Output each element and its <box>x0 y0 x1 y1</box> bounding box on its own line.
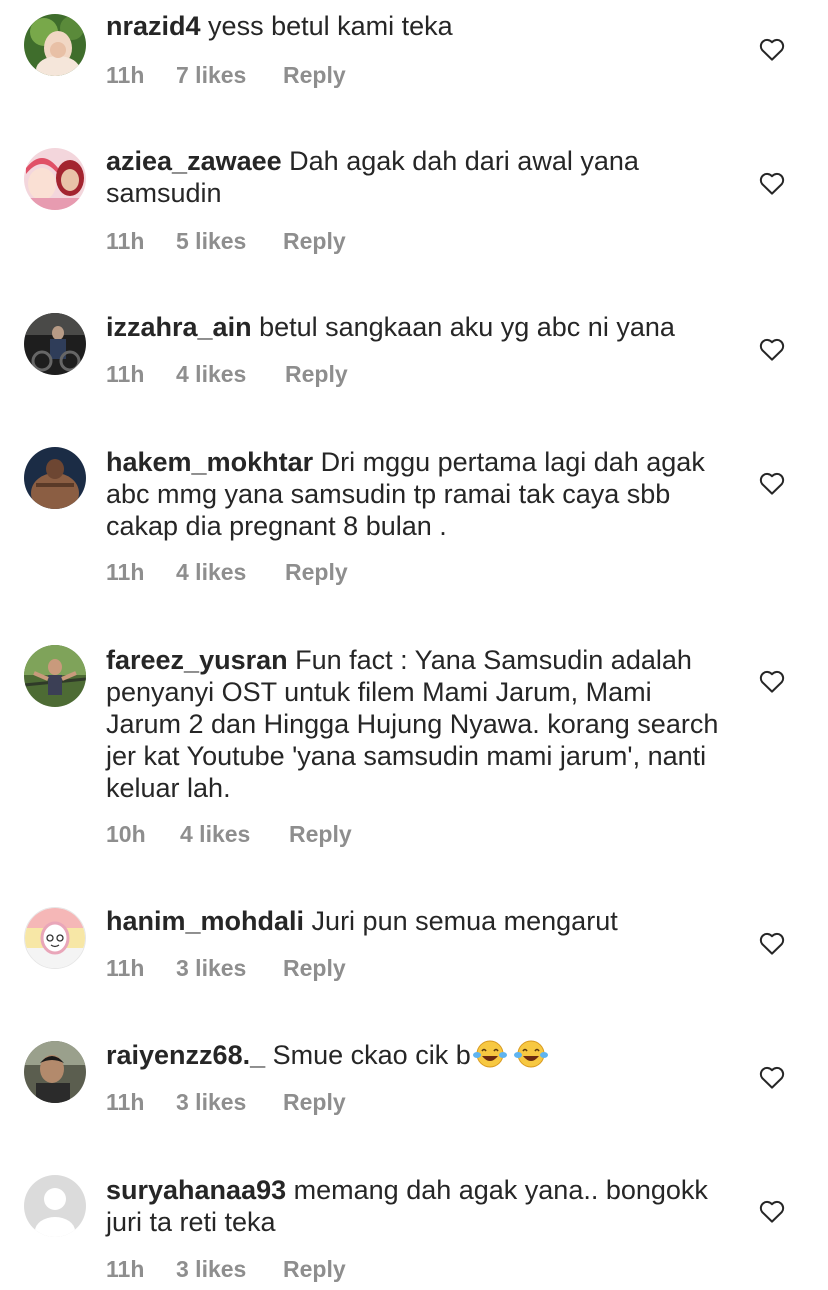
comment-likes[interactable]: 3 likes <box>176 952 246 984</box>
avatar[interactable] <box>24 148 86 210</box>
comment-username[interactable]: fareez_yusran <box>106 645 288 675</box>
reply-button[interactable]: Reply <box>283 952 346 984</box>
avatar[interactable] <box>24 1041 86 1103</box>
comment-username[interactable]: nrazid4 <box>106 11 201 41</box>
comment-username[interactable]: aziea_zawaee <box>106 146 282 176</box>
heart-outline-icon[interactable] <box>757 34 787 64</box>
reply-button[interactable]: Reply <box>285 556 348 588</box>
heart-outline-icon[interactable] <box>757 468 787 498</box>
heart-outline-icon[interactable] <box>757 334 787 364</box>
comment-text: Smue ckao cik b <box>272 1040 471 1070</box>
comment-likes[interactable]: 5 likes <box>176 225 246 257</box>
comment-timestamp: 11h <box>106 559 145 585</box>
avatar[interactable] <box>24 313 86 375</box>
comment-timestamp: 11h <box>106 62 145 88</box>
comment-likes[interactable]: 3 likes <box>176 1253 246 1285</box>
comment-likes[interactable]: 7 likes <box>176 59 246 91</box>
reply-button[interactable]: Reply <box>283 225 346 257</box>
heart-outline-icon[interactable] <box>757 168 787 198</box>
comment-text: Juri pun semua mengarut <box>311 906 618 936</box>
reply-button[interactable]: Reply <box>283 59 346 91</box>
comment-username[interactable]: suryahanaa93 <box>106 1175 286 1205</box>
heart-outline-icon[interactable] <box>757 1062 787 1092</box>
laughing-crying-emoji-icon <box>513 1040 548 1068</box>
reply-button[interactable]: Reply <box>289 818 352 850</box>
avatar[interactable] <box>24 14 86 76</box>
comment-timestamp: 11h <box>106 955 145 981</box>
comment-text: yess betul kami teka <box>208 11 453 41</box>
avatar[interactable] <box>24 447 86 509</box>
comment-timestamp: 11h <box>106 1256 145 1282</box>
laughing-crying-emoji-icon <box>472 1040 507 1068</box>
comment-likes[interactable]: 4 likes <box>176 358 246 390</box>
comment-likes[interactable]: 4 likes <box>180 818 250 850</box>
avatar[interactable] <box>24 645 86 707</box>
reply-button[interactable]: Reply <box>283 1086 346 1118</box>
comment-timestamp: 11h <box>106 228 145 254</box>
reply-button[interactable]: Reply <box>285 358 348 390</box>
heart-outline-icon[interactable] <box>757 928 787 958</box>
comment-timestamp: 10h <box>106 821 146 847</box>
comment-timestamp: 11h <box>106 361 145 387</box>
heart-outline-icon[interactable] <box>757 1196 787 1226</box>
comment-username[interactable]: hakem_mokhtar <box>106 447 313 477</box>
comment-text: betul sangkaan aku yg abc ni yana <box>259 312 675 342</box>
avatar[interactable] <box>24 907 86 969</box>
comment-username[interactable]: hanim_mohdali <box>106 906 304 936</box>
comment-timestamp: 11h <box>106 1089 145 1115</box>
avatar[interactable] <box>24 1175 86 1237</box>
heart-outline-icon[interactable] <box>757 666 787 696</box>
comment-likes[interactable]: 4 likes <box>176 556 246 588</box>
reply-button[interactable]: Reply <box>283 1253 346 1285</box>
comment-username[interactable]: izzahra_ain <box>106 312 252 342</box>
comment-username[interactable]: raiyenzz68._ <box>106 1040 265 1070</box>
comment-likes[interactable]: 3 likes <box>176 1086 246 1118</box>
